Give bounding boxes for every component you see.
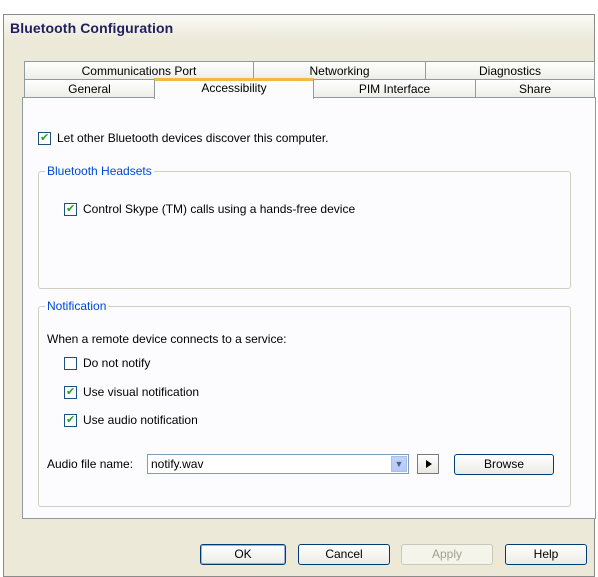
accessibility-panel: Let other Bluetooth devices discover thi… bbox=[22, 97, 596, 519]
visual-notification-checkbox[interactable] bbox=[64, 385, 77, 399]
bluetooth-headsets-legend: Bluetooth Headsets bbox=[47, 164, 152, 178]
apply-button[interactable]: Apply bbox=[401, 544, 493, 565]
do-not-notify-checkbox[interactable] bbox=[64, 357, 77, 370]
browse-button[interactable]: Browse bbox=[454, 454, 554, 475]
chevron-down-icon[interactable]: ▼ bbox=[391, 456, 407, 472]
do-not-notify-label[interactable]: Do not notify bbox=[83, 356, 150, 370]
discover-label[interactable]: Let other Bluetooth devices discover thi… bbox=[57, 131, 328, 145]
tab-diagnostics[interactable]: Diagnostics bbox=[425, 61, 595, 81]
tab-pim-interface[interactable]: PIM Interface bbox=[313, 79, 476, 99]
tab-share[interactable]: Share bbox=[475, 79, 595, 99]
audio-file-select[interactable]: notify.wav ▼ bbox=[147, 454, 409, 474]
play-icon[interactable] bbox=[417, 454, 439, 474]
tab-accessibility[interactable]: Accessibility bbox=[154, 78, 314, 99]
notification-group: Notification bbox=[38, 299, 571, 507]
title-bar[interactable]: Bluetooth Configuration bbox=[4, 15, 594, 41]
cancel-button[interactable]: Cancel bbox=[298, 544, 390, 565]
help-button[interactable]: Help bbox=[505, 544, 587, 565]
skype-label[interactable]: Control Skype (TM) calls using a hands-f… bbox=[83, 202, 355, 216]
ok-button[interactable]: OK bbox=[200, 544, 286, 565]
audio-file-value: notify.wav bbox=[151, 457, 204, 471]
discover-checkbox[interactable] bbox=[38, 131, 51, 145]
notification-intro: When a remote device connects to a servi… bbox=[47, 332, 287, 346]
visual-notification-label[interactable]: Use visual notification bbox=[83, 385, 199, 399]
bluetooth-headsets-group: Bluetooth Headsets bbox=[38, 164, 571, 289]
tab-general[interactable]: General bbox=[24, 79, 155, 99]
audio-notification-checkbox[interactable] bbox=[64, 413, 77, 427]
audio-notification-label[interactable]: Use audio notification bbox=[83, 413, 198, 427]
audio-file-label: Audio file name: bbox=[47, 457, 134, 471]
skype-checkbox[interactable] bbox=[64, 202, 77, 216]
window-title: Bluetooth Configuration bbox=[10, 20, 174, 36]
notification-legend: Notification bbox=[47, 299, 107, 313]
